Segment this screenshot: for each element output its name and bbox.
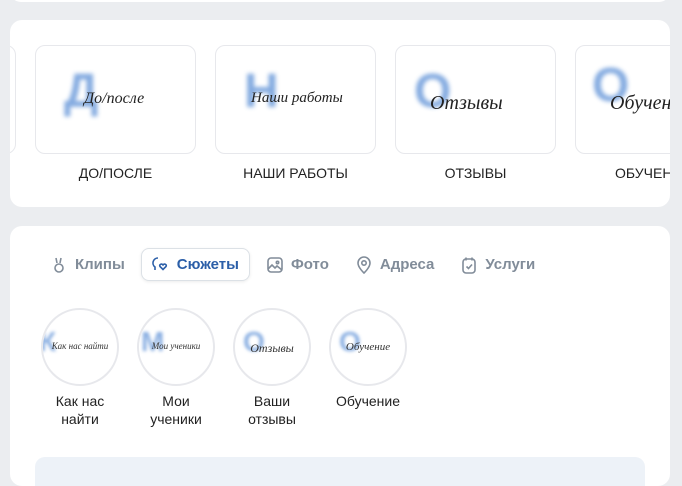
album-label[interactable]: ДО/ПОСЛЕ: [35, 165, 196, 181]
album-tile[interactable]: ООбучение: [575, 45, 670, 154]
story-cover-caption: Обучение: [345, 341, 391, 353]
album-label[interactable]: ОБУЧЕНИЕ: [575, 165, 670, 181]
stories-icon: [152, 256, 167, 271]
media-card: Клипы Сюжеты Фото Адреса Услуги ККак нас…: [10, 226, 670, 486]
story-label: Как нас найти: [55, 393, 105, 427]
story-cover-caption: Мои ученики: [151, 341, 201, 351]
tab-photo[interactable]: Фото: [256, 248, 339, 281]
media-tabs: Клипы Сюжеты Фото Адреса Услуги: [40, 248, 551, 281]
story-cover-caption: Отзывы: [250, 341, 294, 355]
album-cover-caption: Наши работы: [251, 90, 343, 106]
tab-addresses[interactable]: Адреса: [345, 248, 445, 281]
info-banner: [35, 457, 645, 486]
album-tile-partial[interactable]: [10, 45, 16, 154]
album-tile[interactable]: Н Наши работы: [215, 45, 376, 154]
tab-stories[interactable]: Сюжеты: [140, 248, 250, 281]
album-cover-caption: До/после: [84, 90, 145, 107]
photo-icon: [267, 256, 283, 273]
services-icon: [462, 257, 477, 274]
location-icon: [357, 255, 371, 274]
story-avatar[interactable]: М Мои ученики: [137, 308, 215, 386]
previous-card: [10, 0, 670, 2]
album-label[interactable]: ОТЗЫВЫ: [395, 165, 556, 181]
albums-card: Д До/после ДО/ПОСЛЕ Н Наши работы НАШИ РАБ…: [10, 20, 670, 207]
album-tile[interactable]: О Отзывы: [395, 45, 556, 154]
story-item[interactable]: О Обучение Обучение: [329, 308, 407, 410]
album-cover-caption: Обучение: [610, 92, 670, 114]
tab-label: Клипы: [75, 256, 125, 273]
clips-icon: [54, 257, 64, 273]
story-label: Обучение: [335, 393, 401, 409]
story-item[interactable]: О Отзывы Ваши отзывы: [233, 308, 311, 428]
tab-clips[interactable]: Клипы: [40, 248, 135, 281]
tab-services[interactable]: Услуги: [450, 248, 545, 281]
story-cover-caption: Как нас найти: [51, 341, 109, 351]
story-avatar[interactable]: О Отзывы: [233, 308, 311, 386]
story-avatar[interactable]: ККак нас найти: [41, 308, 119, 386]
album-tile[interactable]: Д До/после: [35, 45, 196, 154]
tab-label: Услуги: [485, 256, 536, 273]
story-label: Мои ученики: [150, 393, 202, 427]
story-item[interactable]: М Мои ученики Мои ученики: [137, 308, 215, 428]
tab-label: Фото: [290, 256, 329, 273]
story-item[interactable]: ККак нас найти Как наснайти: [41, 308, 119, 428]
story-avatar[interactable]: О Обучение: [329, 308, 407, 386]
tab-label: Сюжеты: [176, 256, 239, 273]
tab-label: Адреса: [379, 256, 435, 273]
album-cover-caption: Отзывы: [430, 92, 503, 114]
story-label: Ваши отзывы: [248, 393, 296, 427]
album-label[interactable]: НАШИ РАБОТЫ: [215, 165, 376, 181]
